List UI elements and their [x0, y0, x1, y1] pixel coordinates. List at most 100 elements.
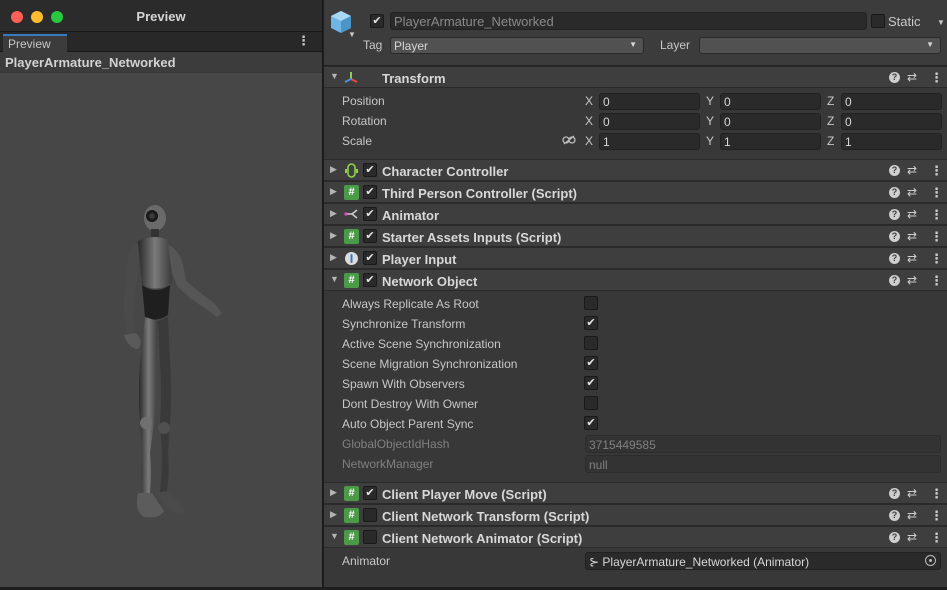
animator-header[interactable]: ▶ ✔ Animator ? ⇄ ⋮ [324, 203, 947, 225]
synchronize-transform-checkbox[interactable]: ✔ [584, 316, 598, 330]
scale-z-field[interactable]: 1 [841, 133, 942, 150]
help-icon[interactable]: ? [889, 532, 900, 543]
always-replicate-as-root-checkbox[interactable]: ✔ [584, 296, 598, 310]
player-input-header[interactable]: ▶ ✔ Player Input ? ⇄ ⋮ [324, 247, 947, 269]
gameobject-name-field[interactable]: PlayerArmature_Networked [390, 12, 867, 30]
foldout-collapsed-icon[interactable]: ▶ [330, 487, 337, 498]
help-icon[interactable]: ? [889, 231, 900, 242]
component-enabled-checkbox[interactable]: ✔ [363, 251, 377, 265]
rotation-z-field[interactable]: 0 [841, 113, 942, 130]
axis-x-label[interactable]: X [585, 114, 593, 128]
static-checkbox[interactable]: ✔ [871, 14, 885, 28]
client-network-animator-header[interactable]: ▼ # ✔ Client Network Animator (Script) ?… [324, 526, 947, 548]
foldout-collapsed-icon[interactable]: ▶ [330, 252, 337, 263]
transform-header[interactable]: ▼ Transform ? ⇄ ⋮ [324, 66, 947, 88]
axis-z-label[interactable]: Z [827, 94, 834, 108]
component-menu-icon[interactable]: ⋮ [930, 273, 943, 289]
position-y-field[interactable]: 0 [720, 93, 821, 110]
axis-y-label[interactable]: Y [706, 114, 714, 128]
scene-migration-sync-checkbox[interactable]: ✔ [584, 356, 598, 370]
preview-viewport[interactable] [0, 73, 322, 587]
constrain-proportions-link-icon[interactable] [562, 135, 576, 145]
preview-titlebar[interactable]: Preview [0, 0, 322, 32]
presets-icon[interactable]: ⇄ [907, 530, 917, 544]
foldout-collapsed-icon[interactable]: ▶ [330, 164, 337, 175]
tab-preview[interactable]: Preview [3, 34, 67, 52]
third-person-controller-header[interactable]: ▶ # ✔ Third Person Controller (Script) ?… [324, 181, 947, 203]
rotation-label: Rotation [342, 114, 387, 128]
presets-icon[interactable]: ⇄ [907, 207, 917, 221]
component-enabled-checkbox[interactable]: ✔ [363, 486, 377, 500]
foldout-collapsed-icon[interactable]: ▶ [330, 186, 337, 197]
component-menu-icon[interactable]: ⋮ [930, 251, 943, 267]
presets-icon[interactable]: ⇄ [907, 273, 917, 287]
layer-dropdown[interactable]: ▼ [699, 37, 941, 54]
presets-icon[interactable]: ⇄ [907, 163, 917, 177]
presets-icon[interactable]: ⇄ [907, 251, 917, 265]
position-z-field[interactable]: 0 [841, 93, 942, 110]
static-dropdown-icon[interactable]: ▼ [937, 18, 945, 27]
starter-assets-inputs-header[interactable]: ▶ # ✔ Starter Assets Inputs (Script) ? ⇄… [324, 225, 947, 247]
component-menu-icon[interactable]: ⋮ [930, 207, 943, 223]
foldout-collapsed-icon[interactable]: ▶ [330, 230, 337, 241]
component-menu-icon[interactable]: ⋮ [930, 229, 943, 245]
component-enabled-checkbox[interactable]: ✔ [363, 273, 377, 287]
active-scene-sync-checkbox[interactable]: ✔ [584, 336, 598, 350]
presets-icon[interactable]: ⇄ [907, 508, 917, 522]
component-enabled-checkbox[interactable]: ✔ [363, 185, 377, 199]
auto-object-parent-sync-checkbox[interactable]: ✔ [584, 416, 598, 430]
presets-icon[interactable]: ⇄ [907, 486, 917, 500]
spawn-with-observers-checkbox[interactable]: ✔ [584, 376, 598, 390]
help-icon[interactable]: ? [889, 275, 900, 286]
rotation-x-field[interactable]: 0 [599, 113, 700, 130]
animator-object-field[interactable]: ⊱ PlayerArmature_Networked (Animator) [585, 552, 941, 570]
help-icon[interactable]: ? [889, 187, 900, 198]
rotation-y-field[interactable]: 0 [720, 113, 821, 130]
axis-z-label[interactable]: Z [827, 114, 834, 128]
help-icon[interactable]: ? [889, 209, 900, 220]
scale-x-field[interactable]: 1 [599, 133, 700, 150]
object-picker-icon[interactable] [925, 555, 936, 566]
axis-y-label[interactable]: Y [706, 94, 714, 108]
axis-x-label[interactable]: X [585, 94, 593, 108]
foldout-expanded-icon[interactable]: ▼ [330, 274, 339, 284]
axis-y-label[interactable]: Y [706, 134, 714, 148]
position-x-field[interactable]: 0 [599, 93, 700, 110]
component-menu-icon[interactable]: ⋮ [930, 163, 943, 179]
tag-dropdown[interactable]: Player ▼ [390, 37, 644, 54]
character-controller-header[interactable]: ▶ ✔ Character Controller ? ⇄ ⋮ [324, 159, 947, 181]
gameobject-active-checkbox[interactable]: ✔ [370, 14, 384, 28]
dont-destroy-with-owner-checkbox[interactable]: ✔ [584, 396, 598, 410]
help-icon[interactable]: ? [889, 253, 900, 264]
component-enabled-checkbox[interactable]: ✔ [363, 530, 377, 544]
component-enabled-checkbox[interactable]: ✔ [363, 229, 377, 243]
foldout-collapsed-icon[interactable]: ▶ [330, 509, 337, 520]
presets-icon[interactable]: ⇄ [907, 185, 917, 199]
help-icon[interactable]: ? [889, 72, 900, 83]
help-icon[interactable]: ? [889, 488, 900, 499]
scale-y-field[interactable]: 1 [720, 133, 821, 150]
client-network-transform-header[interactable]: ▶ # ✔ Client Network Transform (Script) … [324, 504, 947, 526]
help-icon[interactable]: ? [889, 510, 900, 521]
help-icon[interactable]: ? [889, 165, 900, 176]
tab-menu-icon[interactable]: ⋮ [297, 33, 310, 49]
network-object-header[interactable]: ▼ # ✔ Network Object ? ⇄ ⋮ [324, 269, 947, 291]
component-menu-icon[interactable]: ⋮ [930, 486, 943, 502]
icon-dropdown-chevron-icon[interactable]: ▼ [348, 30, 356, 39]
component-enabled-checkbox[interactable]: ✔ [363, 207, 377, 221]
axis-z-label[interactable]: Z [827, 134, 834, 148]
foldout-expanded-icon[interactable]: ▼ [330, 531, 339, 541]
component-enabled-checkbox[interactable]: ✔ [363, 508, 377, 522]
axis-x-label[interactable]: X [585, 134, 593, 148]
presets-icon[interactable]: ⇄ [907, 229, 917, 243]
component-menu-icon[interactable]: ⋮ [930, 508, 943, 524]
component-menu-icon[interactable]: ⋮ [930, 185, 943, 201]
presets-icon[interactable]: ⇄ [907, 70, 917, 84]
foldout-expanded-icon[interactable]: ▼ [330, 71, 339, 81]
foldout-collapsed-icon[interactable]: ▶ [330, 208, 337, 219]
component-enabled-checkbox[interactable]: ✔ [363, 163, 377, 177]
client-player-move-header[interactable]: ▶ # ✔ Client Player Move (Script) ? ⇄ ⋮ [324, 482, 947, 504]
component-menu-icon[interactable]: ⋮ [930, 530, 943, 546]
always-replicate-as-root-label: Always Replicate As Root [342, 297, 479, 311]
component-menu-icon[interactable]: ⋮ [930, 70, 943, 86]
